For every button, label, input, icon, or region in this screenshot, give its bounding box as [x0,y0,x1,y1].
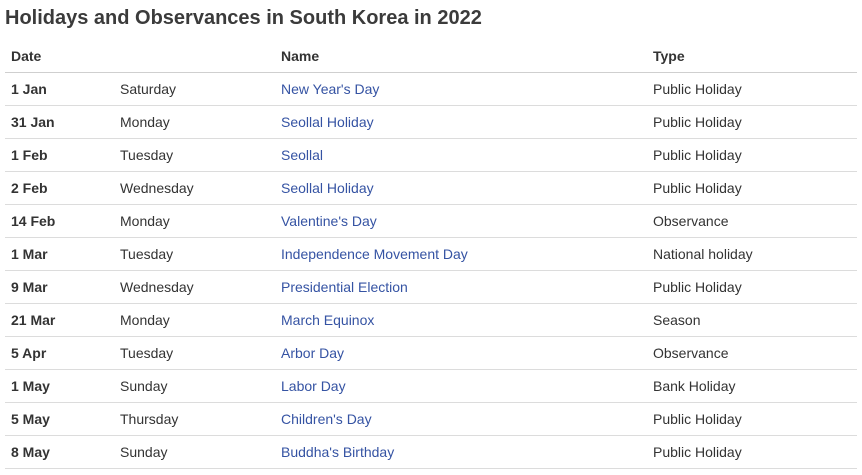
name-cell: Buddha's Birthday [275,435,647,469]
column-header-name: Name [275,40,647,73]
holiday-link[interactable]: New Year's Day [281,81,379,97]
holiday-link[interactable]: Buddha's Birthday [281,444,394,460]
weekday-cell: Wednesday [114,270,275,304]
column-header-day [114,40,275,73]
date-cell: 5 May [5,402,114,436]
type-cell: Season [647,303,857,337]
weekday-cell: Sunday [114,435,275,469]
table-row: 1 May Sunday Labor Day Bank Holiday [5,369,857,403]
date-cell: 21 Mar [5,303,114,337]
type-cell: National holiday [647,237,857,271]
table-row: 31 Jan Monday Seollal Holiday Public Holida… [5,105,857,139]
name-cell: Children's Day [275,402,647,436]
column-header-type: Type [647,40,857,73]
date-cell: 1 Mar [5,237,114,271]
holiday-link[interactable]: Children's Day [281,411,372,427]
type-cell: Public Holiday [647,105,857,139]
type-cell: Public Holiday [647,402,857,436]
holiday-link[interactable]: Seollal Holiday [281,180,374,196]
weekday-cell: Sunday [114,369,275,403]
weekday-cell: Tuesday [114,138,275,172]
type-cell: Public Holiday [647,72,857,106]
page-title: Holidays and Observances in South Korea … [5,7,482,29]
table-row: 1 Mar Tuesday Independence Movement Day Nat… [5,237,857,271]
weekday-cell: Wednesday [114,171,275,205]
type-cell: Bank Holiday [647,369,857,403]
weekday-cell: Tuesday [114,336,275,370]
date-cell: 1 May [5,369,114,403]
holiday-link[interactable]: Presidential Election [281,279,408,295]
date-cell: 2 Feb [5,171,114,205]
table-row: 1 Jan Saturday New Year's Day Public Holida… [5,72,857,106]
table-row: 14 Feb Monday Valentine's Day Observance [5,204,857,238]
date-cell: 5 Apr [5,336,114,370]
name-cell: New Year's Day [275,72,647,106]
date-cell: 9 Mar [5,270,114,304]
name-cell: Presidential Election [275,270,647,304]
column-header-date: Date [5,40,114,73]
type-cell: Public Holiday [647,138,857,172]
holiday-link[interactable]: Arbor Day [281,345,344,361]
holidays-table: Date Name Type 1 Jan Saturday New Year's D… [5,40,857,469]
weekday-cell: Monday [114,303,275,337]
date-cell: 1 Jan [5,72,114,106]
date-cell: 1 Feb [5,138,114,172]
name-cell: Seollal Holiday [275,105,647,139]
table-row: 9 Mar Wednesday Presidential Election Publi… [5,270,857,304]
weekday-cell: Tuesday [114,237,275,271]
weekday-cell: Monday [114,105,275,139]
weekday-cell: Monday [114,204,275,238]
weekday-cell: Thursday [114,402,275,436]
name-cell: March Equinox [275,303,647,337]
table-row: 21 Mar Monday March Equinox Season [5,303,857,337]
holiday-link[interactable]: Valentine's Day [281,213,377,229]
type-cell: Public Holiday [647,270,857,304]
table-row: 1 Feb Tuesday Seollal Public Holiday [5,138,857,172]
name-cell: Valentine's Day [275,204,647,238]
date-cell: 8 May [5,435,114,469]
type-cell: Public Holiday [647,171,857,205]
holiday-link[interactable]: March Equinox [281,312,374,328]
type-cell: Observance [647,204,857,238]
table-row: 2 Feb Wednesday Seollal Holiday Public Holi… [5,171,857,205]
holiday-link[interactable]: Independence Movement Day [281,246,468,262]
type-cell: Observance [647,336,857,370]
table-row: 5 Apr Tuesday Arbor Day Observance [5,336,857,370]
holiday-link[interactable]: Seollal Holiday [281,114,374,130]
date-cell: 14 Feb [5,204,114,238]
table-row: 5 May Thursday Children's Day Public Holida… [5,402,857,436]
holiday-link[interactable]: Labor Day [281,378,346,394]
name-cell: Arbor Day [275,336,647,370]
weekday-cell: Saturday [114,72,275,106]
name-cell: Seollal [275,138,647,172]
page: Holidays and Observances in South Korea … [0,0,862,475]
name-cell: Labor Day [275,369,647,403]
type-cell: Public Holiday [647,435,857,469]
table-header-row: Date Name Type [5,40,857,73]
table-body: 1 Jan Saturday New Year's Day Public Holida… [5,72,857,469]
name-cell: Independence Movement Day [275,237,647,271]
table-row: 8 May Sunday Buddha's Birthday Public Holid… [5,435,857,469]
date-cell: 31 Jan [5,105,114,139]
name-cell: Seollal Holiday [275,171,647,205]
holiday-link[interactable]: Seollal [281,147,323,163]
